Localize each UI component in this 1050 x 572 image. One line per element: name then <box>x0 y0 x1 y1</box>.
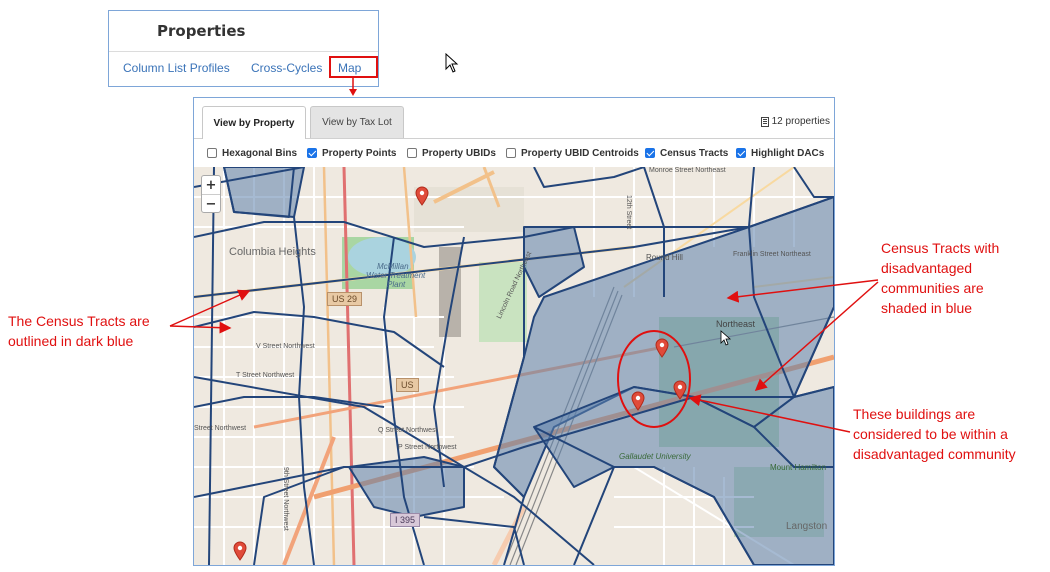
layer-label: Property Points <box>322 147 397 159</box>
map-label-langston: Langston <box>786 521 828 532</box>
campus-area <box>414 187 524 232</box>
map-label-water-treatment: Water Treatment <box>366 271 426 280</box>
property-ubid-centroids-checkbox[interactable] <box>506 148 516 158</box>
property-count-label: 12 properties <box>771 116 830 127</box>
layer-label: Property UBIDs <box>422 147 496 159</box>
map-label-northeast: Northeast <box>716 319 756 329</box>
tab-view-by-property[interactable]: View by Property <box>202 106 306 139</box>
map-widget: View by Property View by Tax Lot 12 prop… <box>193 97 835 566</box>
layer-property-ubids[interactable]: Property UBIDs <box>407 148 496 159</box>
layer-label: Census Tracts <box>660 147 729 159</box>
property-ubids-checkbox[interactable] <box>407 148 417 158</box>
map-label-9th-street: 9th Street Northwest <box>282 467 289 531</box>
zoom-in-button[interactable]: + <box>202 176 220 195</box>
annotation-buildings: These buildings are considered to be wit… <box>853 406 1016 462</box>
hexagonal-bins-checkbox[interactable] <box>207 148 217 158</box>
map-label-gallaudet: Gallaudet University <box>619 452 691 461</box>
map-label-q-street: Q Street Northwest <box>378 427 438 434</box>
map-label-mcmillan: McMillan <box>377 262 409 271</box>
map-label-t-street: T Street Northwest <box>236 372 295 379</box>
layer-label: Property UBID Centroids <box>521 147 639 159</box>
layer-census-tracts[interactable]: Census Tracts <box>645 148 728 159</box>
layer-property-points[interactable]: Property Points <box>307 148 396 159</box>
highlight-ellipse <box>617 330 691 428</box>
annotation-disadvantaged-tracts: Census Tracts with disadvantaged communi… <box>881 240 1000 316</box>
map-label-franklin-street: Franklin Street Northeast <box>733 251 811 258</box>
mouse-cursor-icon <box>445 53 459 73</box>
map-label-columbia-heights: Columbia Heights <box>229 246 316 258</box>
map-base-layer <box>194 167 834 565</box>
plant-area <box>439 247 461 337</box>
map-shield-us: US <box>396 378 419 392</box>
property-marker-icon[interactable] <box>415 186 429 206</box>
building-icon <box>760 116 769 127</box>
cross-cycles-link[interactable]: Cross-Cycles <box>251 61 322 75</box>
layer-label: Hexagonal Bins <box>222 147 298 159</box>
map-link-highlight-box <box>329 56 378 78</box>
zoom-control: + − <box>201 175 221 213</box>
tab-view-by-tax-lot[interactable]: View by Tax Lot <box>310 106 404 138</box>
red-arrow-down-icon <box>349 77 357 96</box>
map-shield-i395: I 395 <box>390 513 421 527</box>
mouse-cursor-icon <box>720 330 732 346</box>
highlight-dacs-checkbox[interactable] <box>736 148 746 158</box>
view-tabs: View by Property View by Tax Lot 12 prop… <box>194 98 834 139</box>
properties-title: Properties <box>157 22 246 40</box>
map-label-12th-street: 12th Street <box>625 195 632 230</box>
map-label-mount-hamilton: Mount Hamilton <box>770 463 827 472</box>
zoom-out-button[interactable]: − <box>202 195 220 213</box>
map-label-p-street: P Street Northwest <box>398 444 457 451</box>
map-label-v-street: V Street Northwest <box>256 343 315 350</box>
layer-label: Highlight DACs <box>751 147 825 159</box>
property-count: 12 properties <box>760 116 830 127</box>
layer-highlight-dacs[interactable]: Highlight DACs <box>736 148 824 159</box>
layer-toggles: Hexagonal Bins Property Points Property … <box>194 139 834 167</box>
map-label-monroe-street: Monroe Street Northeast <box>649 167 726 174</box>
map-label-round-hill: Round Hill <box>646 253 683 262</box>
property-marker-icon[interactable] <box>233 541 247 561</box>
census-tracts-checkbox[interactable] <box>645 148 655 158</box>
layer-property-ubid-centroids[interactable]: Property UBID Centroids <box>506 148 639 159</box>
map-shield-us29: US 29 <box>327 292 363 306</box>
property-points-checkbox[interactable] <box>307 148 317 158</box>
map-label-street-northwest: Street Northwest <box>194 425 247 432</box>
map-label-plant: Plant <box>387 280 406 289</box>
properties-panel: Properties Column List Profiles Cross-Cy… <box>108 10 379 87</box>
annotation-census-outline: The Census Tracts are outlined in dark b… <box>8 313 150 349</box>
column-list-profiles-link[interactable]: Column List Profiles <box>123 61 230 75</box>
layer-hexagonal-bins[interactable]: Hexagonal Bins <box>207 148 297 159</box>
map-canvas[interactable]: Columbia Heights McMillan Water Treatmen… <box>194 167 834 565</box>
divider <box>109 51 378 52</box>
